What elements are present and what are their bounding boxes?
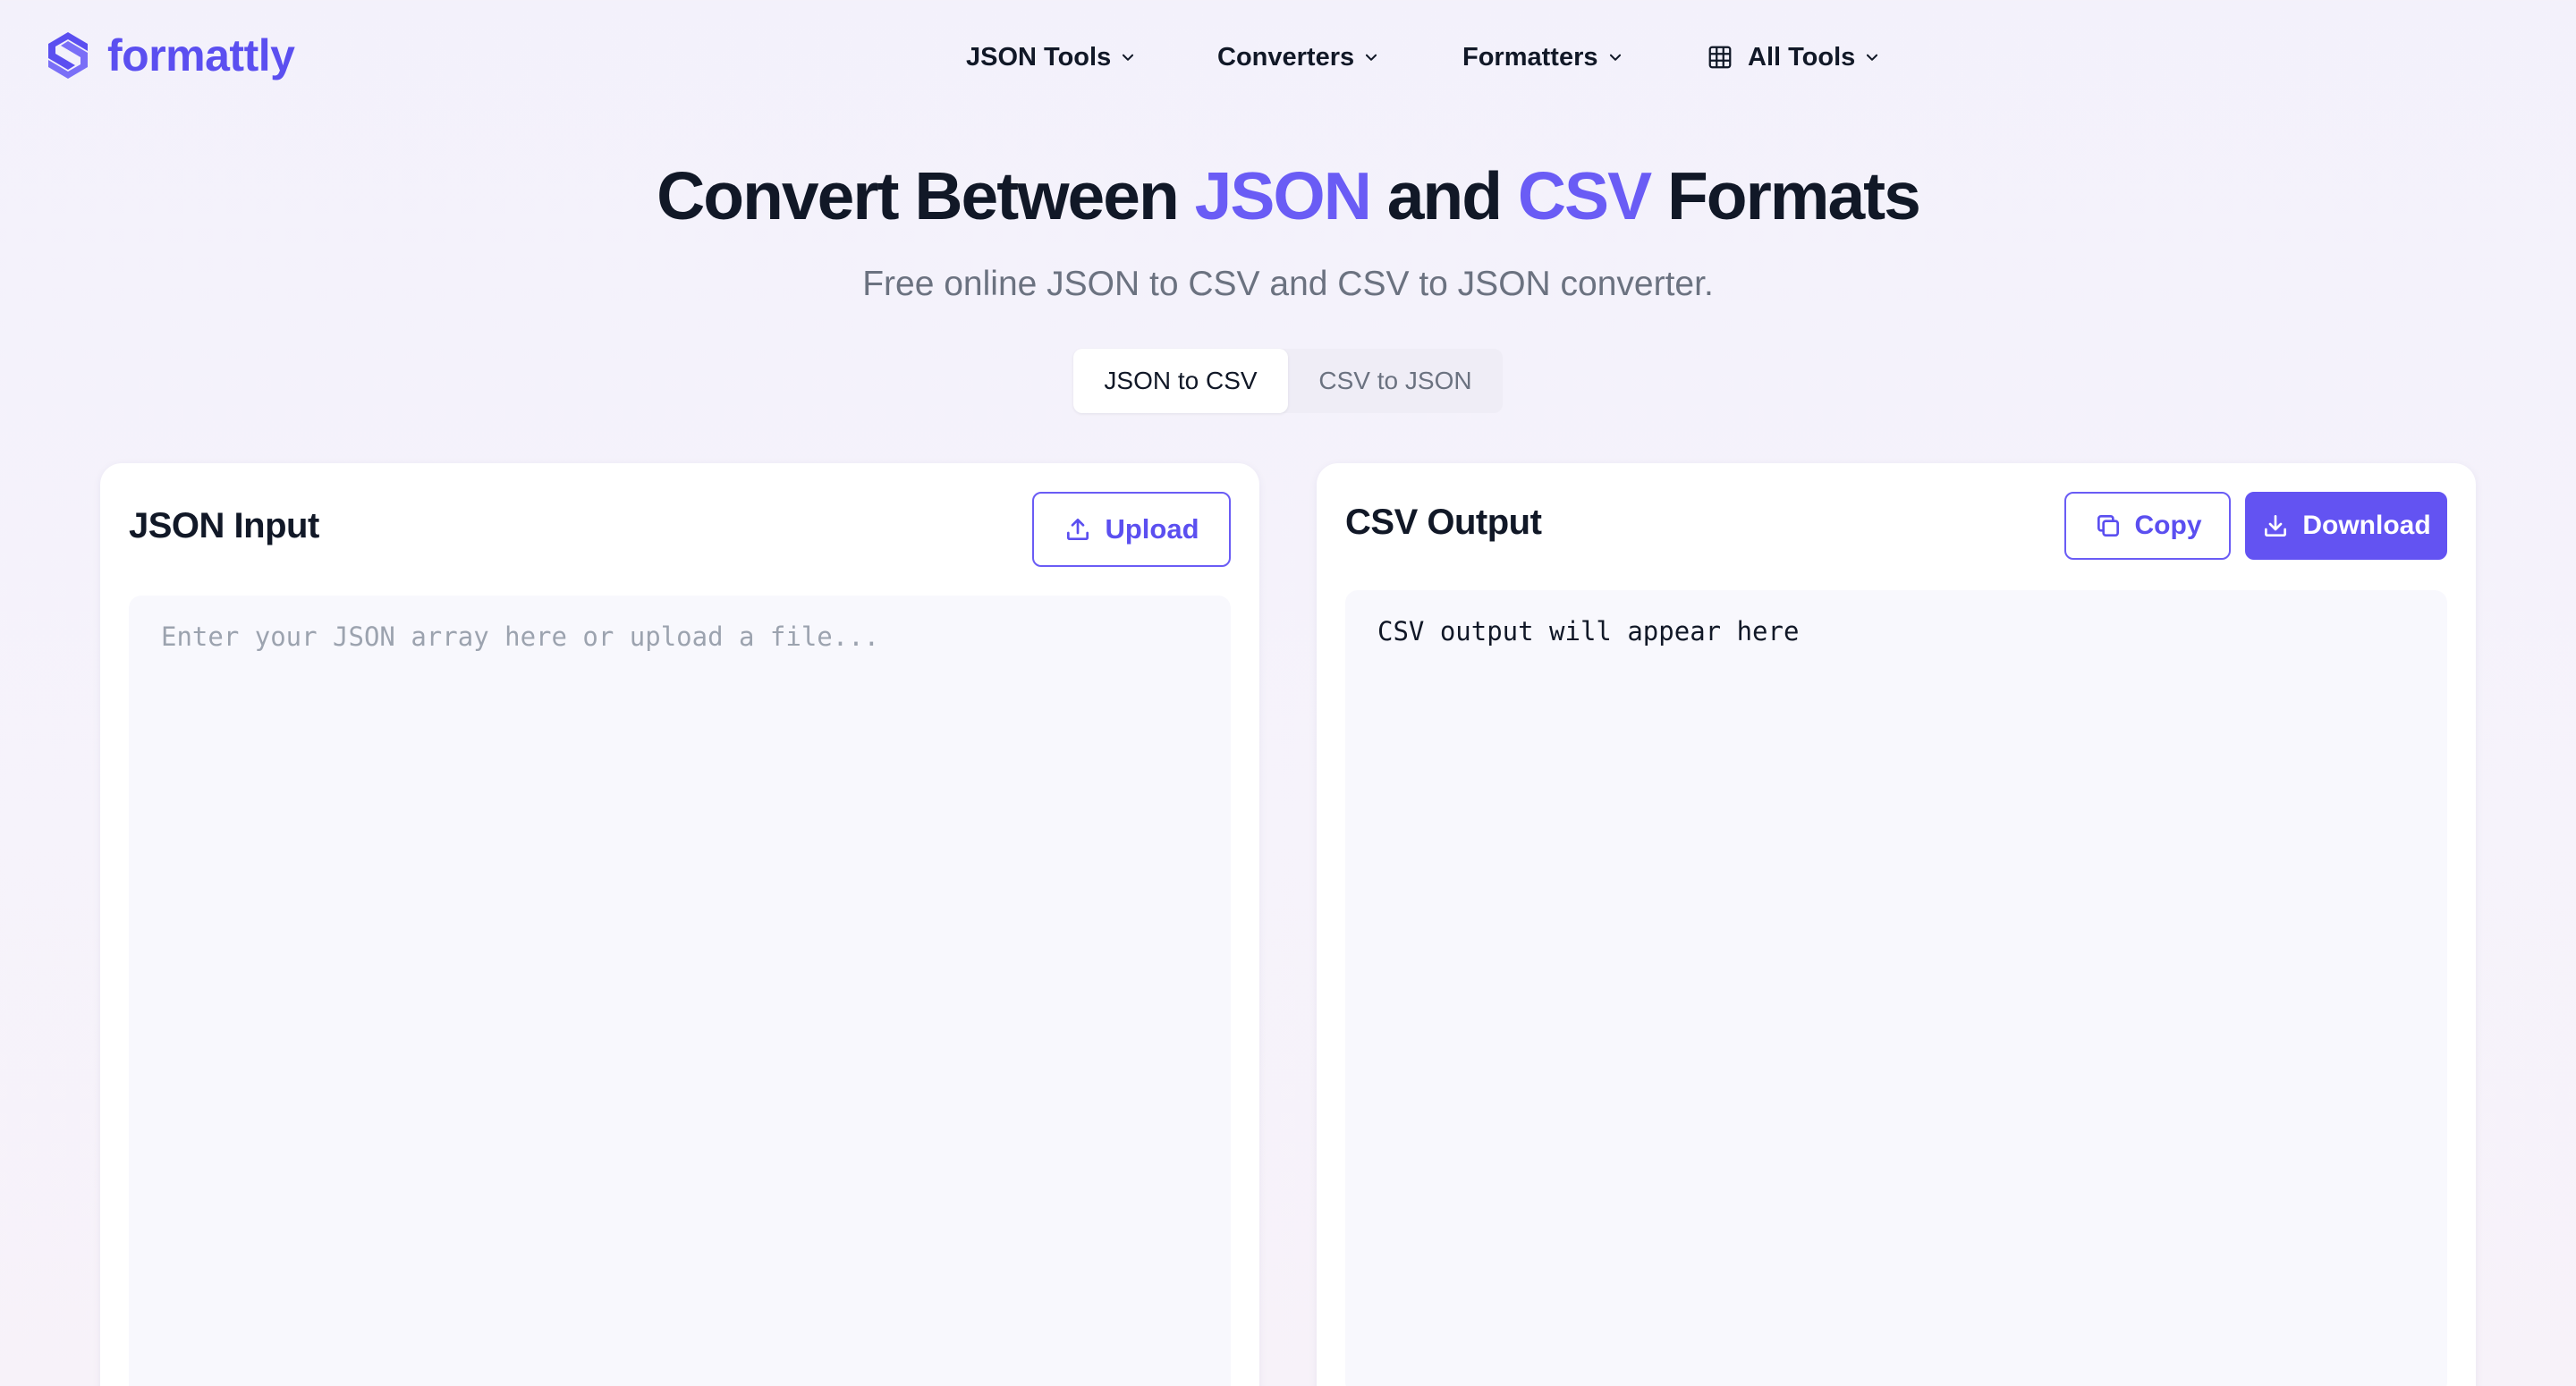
csv-output-title: CSV Output: [1345, 503, 1542, 542]
download-icon: [2265, 515, 2287, 537]
title-part-3: Formats: [1650, 158, 1921, 233]
json-input-title: JSON Input: [129, 506, 319, 545]
upload-button-label: Upload: [1105, 513, 1199, 545]
page-subtitle: Free online JSON to CSV and CSV to JSON …: [862, 265, 1714, 303]
json-input-field[interactable]: [129, 596, 1231, 1386]
chevron-down-icon: [1123, 54, 1134, 61]
json-input-panel: JSON Input Upload: [100, 463, 1259, 1386]
csv-output-area[interactable]: CSV output will appear here: [1345, 590, 2447, 1386]
nav-converters-label: Converters: [1217, 42, 1355, 72]
tab-json-to-csv[interactable]: JSON to CSV: [1073, 349, 1288, 413]
nav-json-tools[interactable]: JSON Tools: [966, 34, 1136, 80]
main-nav: JSON Tools Converters Formatters All Too…: [0, 34, 2576, 80]
grid-icon: [1708, 46, 1732, 69]
download-button[interactable]: Download: [2245, 492, 2447, 560]
nav-json-tools-label: JSON Tools: [966, 42, 1112, 72]
chevron-down-icon: [1867, 54, 1878, 61]
site-header: formattly JSON Tools Converters Formatte…: [0, 0, 2576, 114]
title-accent-csv: CSV: [1517, 158, 1652, 233]
nav-formatters-label: Formatters: [1462, 42, 1598, 72]
title-part-1: Convert Between: [657, 158, 1195, 233]
nav-converters[interactable]: Converters: [1217, 34, 1379, 80]
chevron-down-icon: [1609, 54, 1621, 61]
csv-output-text: CSV output will appear here: [1377, 616, 1800, 647]
page-title: Convert Between JSON and CSV Formats: [0, 157, 2576, 234]
copy-icon: [2097, 515, 2119, 537]
nav-all-tools[interactable]: All Tools: [1707, 34, 1880, 80]
title-accent-json: JSON: [1194, 158, 1372, 233]
nav-all-tools-label: All Tools: [1748, 42, 1856, 72]
copy-button-label: Copy: [2134, 511, 2202, 540]
nav-formatters[interactable]: Formatters: [1462, 34, 1623, 80]
download-button-label: Download: [2302, 511, 2431, 540]
upload-icon: [1067, 519, 1089, 540]
title-part-2: and: [1369, 158, 1518, 233]
csv-output-panel: CSV Output Copy Download CSV output will…: [1317, 463, 2476, 1386]
mode-tabs: JSON to CSV CSV to JSON: [1073, 349, 1503, 413]
tab-csv-to-json[interactable]: CSV to JSON: [1288, 349, 1503, 413]
upload-button[interactable]: Upload: [1032, 492, 1231, 567]
copy-button[interactable]: Copy: [2064, 492, 2231, 560]
chevron-down-icon: [1366, 54, 1377, 61]
